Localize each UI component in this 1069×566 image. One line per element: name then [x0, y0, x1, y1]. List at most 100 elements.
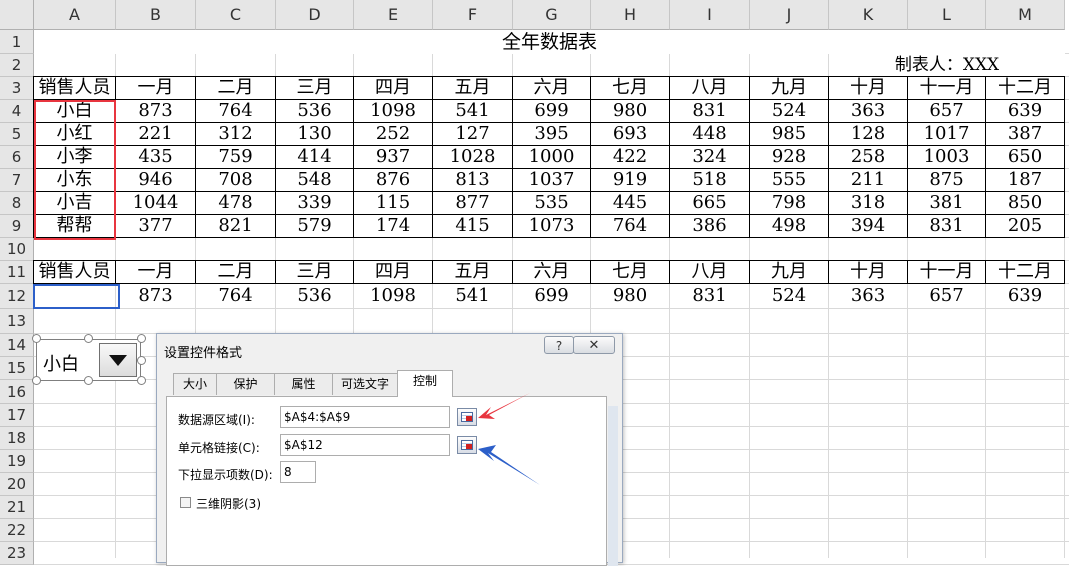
data-cell-r6-E[interactable]: 937 — [354, 146, 433, 169]
linked-cell-H12[interactable]: 980 — [591, 284, 669, 308]
linked-cell-C12[interactable]: 764 — [196, 284, 275, 308]
header2-cell-L[interactable]: 十一月 — [908, 260, 986, 284]
linked-cell-D12[interactable]: 536 — [276, 284, 353, 308]
data-cell-r9-L[interactable]: 831 — [908, 215, 986, 238]
data-cell-r5-F[interactable]: 127 — [433, 123, 513, 146]
data-cell-r4-B[interactable]: 873 — [116, 100, 196, 123]
resize-handle-bl[interactable] — [32, 376, 41, 385]
header-cell-L[interactable]: 十一月 — [908, 76, 986, 100]
data-cell-r4-E[interactable]: 1098 — [354, 100, 433, 123]
active-cell-A12[interactable] — [33, 284, 120, 309]
row-header-5[interactable]: 5 — [0, 123, 34, 146]
header-cell-G[interactable]: 六月 — [513, 76, 591, 100]
data-cell-r6-M[interactable]: 650 — [986, 146, 1065, 169]
data-cell-r4-K[interactable]: 363 — [829, 100, 908, 123]
data-cell-r5-J[interactable]: 985 — [750, 123, 829, 146]
column-header-I[interactable]: I — [670, 0, 750, 30]
header2-cell-G[interactable]: 六月 — [513, 260, 591, 284]
header2-cell-I[interactable]: 八月 — [670, 260, 750, 284]
data-cell-r8-C[interactable]: 478 — [196, 192, 276, 215]
data-cell-r5-I[interactable]: 448 — [670, 123, 750, 146]
data-cell-r4-D[interactable]: 536 — [276, 100, 354, 123]
data-cell-r6-K[interactable]: 258 — [829, 146, 908, 169]
data-cell-r7-G[interactable]: 1037 — [513, 169, 591, 192]
data-cell-r9-F[interactable]: 415 — [433, 215, 513, 238]
data-cell-r7-B[interactable]: 946 — [116, 169, 196, 192]
tab-control[interactable]: 控制 — [397, 370, 453, 397]
header-cell-K[interactable]: 十月 — [829, 76, 908, 100]
data-cell-r9-J[interactable]: 498 — [750, 215, 829, 238]
header-cell-F[interactable]: 五月 — [433, 76, 513, 100]
help-button[interactable]: ? — [544, 336, 574, 354]
header2-cell-H[interactable]: 七月 — [591, 260, 670, 284]
row-header-2[interactable]: 2 — [0, 54, 34, 77]
header2-cell-C[interactable]: 二月 — [196, 260, 276, 284]
data-cell-r9-M[interactable]: 205 — [986, 215, 1065, 238]
resize-handle-tl[interactable] — [32, 334, 41, 343]
data-cell-r9-C[interactable]: 821 — [196, 215, 276, 238]
row-header-4[interactable]: 4 — [0, 100, 34, 123]
header-cell-D[interactable]: 三月 — [276, 76, 354, 100]
linked-cell-I12[interactable]: 831 — [670, 284, 749, 308]
tab-alt-text[interactable]: 可选文字 — [332, 373, 398, 395]
row-header-13[interactable]: 13 — [0, 309, 34, 334]
data-cell-r8-D[interactable]: 339 — [276, 192, 354, 215]
header2-cell-M[interactable]: 十二月 — [986, 260, 1065, 284]
source-range-input[interactable]: $A$4:$A$9 — [280, 406, 450, 428]
data-cell-r8-F[interactable]: 877 — [433, 192, 513, 215]
data-cell-r9-B[interactable]: 377 — [116, 215, 196, 238]
tab-properties[interactable]: 属性 — [274, 373, 333, 395]
3d-shading-checkbox[interactable] — [180, 497, 191, 508]
column-header-D[interactable]: D — [276, 0, 354, 30]
row-header-8[interactable]: 8 — [0, 192, 34, 215]
data-cell-r4-M[interactable]: 639 — [986, 100, 1065, 123]
row-header-15[interactable]: 15 — [0, 357, 34, 380]
data-cell-r5-C[interactable]: 312 — [196, 123, 276, 146]
data-cell-r5-B[interactable]: 221 — [116, 123, 196, 146]
data-cell-r4-C[interactable]: 764 — [196, 100, 276, 123]
data-cell-r9-I[interactable]: 386 — [670, 215, 750, 238]
column-header-B[interactable]: B — [116, 0, 196, 30]
data-cell-r4-I[interactable]: 831 — [670, 100, 750, 123]
dialog-scrollbar[interactable] — [608, 406, 618, 566]
data-cell-r6-G[interactable]: 1000 — [513, 146, 591, 169]
data-cell-r8-K[interactable]: 318 — [829, 192, 908, 215]
resize-handle-tm[interactable] — [84, 334, 93, 343]
data-cell-r7-J[interactable]: 555 — [750, 169, 829, 192]
data-cell-r9-D[interactable]: 579 — [276, 215, 354, 238]
data-cell-r5-M[interactable]: 387 — [986, 123, 1065, 146]
header2-cell-J[interactable]: 九月 — [750, 260, 829, 284]
row-header-20[interactable]: 20 — [0, 473, 34, 496]
column-header-K[interactable]: K — [829, 0, 908, 30]
data-cell-r7-L[interactable]: 875 — [908, 169, 986, 192]
data-cell-r9-K[interactable]: 394 — [829, 215, 908, 238]
data-cell-r7-E[interactable]: 876 — [354, 169, 433, 192]
column-header-H[interactable]: H — [591, 0, 670, 30]
data-cell-r7-I[interactable]: 518 — [670, 169, 750, 192]
row-header-10[interactable]: 10 — [0, 238, 34, 261]
column-header-G[interactable]: G — [513, 0, 591, 30]
row-header-17[interactable]: 17 — [0, 404, 34, 427]
linked-cell-L12[interactable]: 657 — [908, 284, 985, 308]
tab-size[interactable]: 大小 — [173, 373, 217, 395]
data-cell-r8-M[interactable]: 850 — [986, 192, 1065, 215]
column-header-J[interactable]: J — [750, 0, 829, 30]
data-cell-r7-M[interactable]: 187 — [986, 169, 1065, 192]
data-cell-r4-H[interactable]: 980 — [591, 100, 670, 123]
header-cell-J[interactable]: 九月 — [750, 76, 829, 100]
linked-cell-F12[interactable]: 541 — [433, 284, 512, 308]
row-header-21[interactable]: 21 — [0, 496, 34, 519]
data-cell-r8-H[interactable]: 445 — [591, 192, 670, 215]
data-cell-r8-B[interactable]: 1044 — [116, 192, 196, 215]
row-header-11[interactable]: 11 — [0, 261, 34, 284]
table-maker[interactable]: 制表人：XXX — [829, 54, 1065, 77]
column-header-M[interactable]: M — [986, 0, 1065, 30]
data-cell-r7-K[interactable]: 211 — [829, 169, 908, 192]
data-cell-r6-C[interactable]: 759 — [196, 146, 276, 169]
close-button[interactable]: ✕ — [573, 336, 615, 354]
row-header-1[interactable]: 1 — [0, 30, 34, 54]
data-cell-r6-F[interactable]: 1028 — [433, 146, 513, 169]
cell-link-input[interactable]: $A$12 — [280, 434, 450, 456]
data-cell-r7-C[interactable]: 708 — [196, 169, 276, 192]
data-cell-r8-L[interactable]: 381 — [908, 192, 986, 215]
